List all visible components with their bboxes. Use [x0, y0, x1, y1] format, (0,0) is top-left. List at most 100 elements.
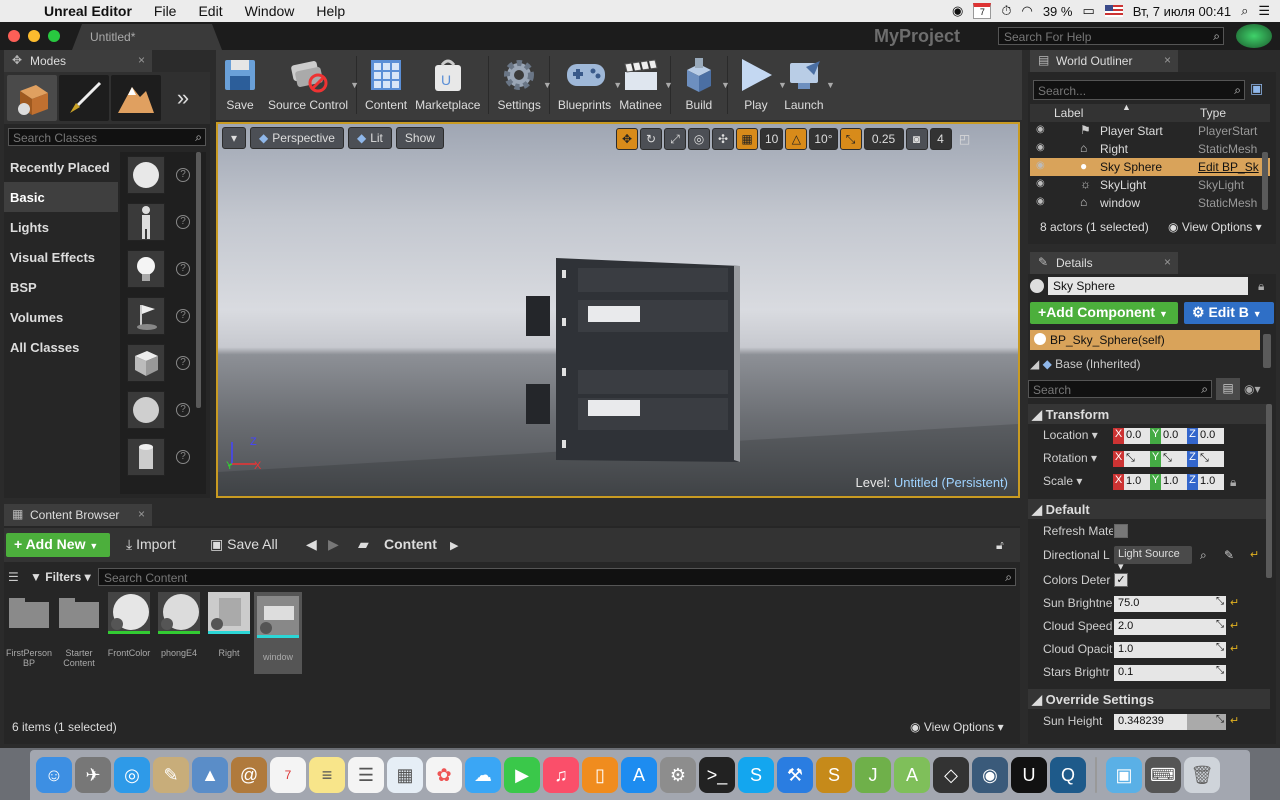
browse-search-icon[interactable]: ⌕: [1200, 548, 1207, 563]
photos-icon[interactable]: ✿: [426, 757, 462, 793]
help-search-input[interactable]: Search For Help ⌕: [998, 27, 1224, 45]
viewport-options-button[interactable]: ▾: [222, 127, 247, 149]
property-matrix-icon[interactable]: ▤: [1216, 378, 1240, 400]
asset-tile-selected[interactable]: window: [254, 592, 302, 674]
close-icon[interactable]: ×: [1164, 53, 1171, 67]
build-button[interactable]: Build ▼: [675, 50, 730, 120]
android-studio-icon[interactable]: A: [894, 757, 930, 793]
filters-button[interactable]: ▼ Filters ▾: [30, 570, 91, 584]
asset-tile[interactable]: Starter Content: [56, 592, 102, 668]
app-store-icon[interactable]: A: [621, 757, 657, 793]
transform-section-header[interactable]: ◢ Transform: [1028, 404, 1270, 424]
outliner-row-selected[interactable]: ◉ ● Sky Sphere Edit BP_Sk: [1030, 158, 1270, 176]
launch-button[interactable]: Launch ▼: [780, 50, 835, 120]
keyboard-folder-icon[interactable]: ⌨: [1145, 757, 1181, 793]
cloud-speed-input[interactable]: 2.0 ⤡: [1114, 619, 1226, 635]
lock-icon[interactable]: 🔓︎: [996, 538, 1004, 553]
add-component-button[interactable]: +Add Component ▼: [1030, 302, 1178, 324]
chevron-down-icon[interactable]: ▼: [826, 80, 835, 90]
clock[interactable]: Вт, 7 июля 00:41: [1133, 4, 1231, 19]
content-browser-tab[interactable]: ▦ Content Browser ×: [4, 504, 152, 526]
outliner-row[interactable]: ◉ ☼ SkyLight SkyLight: [1030, 176, 1270, 194]
level-viewport[interactable]: ▾ ◆ Perspective ◆ Lit Show ✥ ↻ ⤢ ◎ ✣ ▦ 10 …: [216, 122, 1020, 498]
status-app-icon[interactable]: ◉: [952, 3, 963, 19]
contacts-icon[interactable]: @: [231, 757, 267, 793]
scale-x-input[interactable]: 1.0: [1124, 474, 1150, 490]
sun-height-slider[interactable]: 0.348239 ⤡: [1114, 714, 1226, 730]
maximize-viewport-icon[interactable]: ◰: [954, 128, 976, 150]
chevron-down-icon[interactable]: ▼: [350, 80, 359, 90]
menu-help[interactable]: Help: [305, 3, 356, 19]
placeable-item[interactable]: ?: [120, 246, 206, 293]
placeable-item[interactable]: ?: [120, 152, 206, 199]
add-new-button[interactable]: + Add New ▼: [6, 533, 110, 557]
content-view-options-button[interactable]: ◉ View Options ▾: [910, 720, 1004, 734]
import-button[interactable]: ⤓ Import: [126, 536, 176, 553]
details-tab[interactable]: ✎ Details ×: [1030, 252, 1178, 274]
help-icon[interactable]: ?: [176, 450, 190, 464]
outliner-scrollbar[interactable]: [1262, 152, 1268, 210]
close-icon[interactable]: ×: [138, 507, 145, 521]
unity-icon[interactable]: ◇: [933, 757, 969, 793]
search-classes-input[interactable]: Search Classes ⌕: [8, 128, 206, 146]
rotation-z-input[interactable]: ⤡: [1198, 451, 1224, 467]
scale-label[interactable]: Scale ▾: [1043, 474, 1113, 488]
rotation-snap-value[interactable]: 10°: [809, 128, 838, 150]
translate-mode-icon[interactable]: ✥: [616, 128, 638, 150]
scale-z-input[interactable]: 1.0: [1198, 474, 1224, 490]
sources-panel-toggle-icon[interactable]: ☰: [8, 570, 19, 584]
battery-status[interactable]: 39 %: [1043, 4, 1073, 19]
visibility-eye-icon[interactable]: ◉: [1036, 196, 1045, 207]
placeable-item[interactable]: ?: [120, 340, 206, 387]
messages-icon[interactable]: ☁: [465, 757, 501, 793]
lit-button[interactable]: ◆ Lit: [347, 127, 392, 149]
more-modes-button[interactable]: »: [163, 75, 203, 121]
launchpad-icon[interactable]: ✈: [75, 757, 111, 793]
finder-icon[interactable]: ☺: [36, 757, 72, 793]
level-tab[interactable]: Untitled*: [72, 24, 222, 50]
close-icon[interactable]: ×: [1164, 255, 1171, 269]
source-control-button[interactable]: Source Control ▼: [264, 50, 359, 120]
category-recently-placed[interactable]: Recently Placed: [4, 152, 118, 182]
matinee-button[interactable]: Matinee ▼: [615, 50, 673, 120]
perspective-button[interactable]: ◆ Perspective: [250, 127, 344, 149]
sublime-text-icon[interactable]: S: [816, 757, 852, 793]
category-volumes[interactable]: Volumes: [4, 302, 118, 332]
category-basic[interactable]: Basic: [4, 182, 118, 212]
details-search-input[interactable]: Search ⌕: [1028, 380, 1212, 398]
outliner-row[interactable]: ◉ ⚑ Player Start PlayerStart: [1030, 122, 1270, 140]
actor-name-field[interactable]: Sky Sphere: [1048, 277, 1248, 295]
battery-icon[interactable]: ▭: [1082, 3, 1094, 19]
input-source-flag-icon[interactable]: [1104, 5, 1123, 17]
show-button[interactable]: Show: [395, 127, 444, 149]
place-mode-button[interactable]: [7, 75, 57, 121]
downloads-folder-icon[interactable]: ▣: [1106, 757, 1142, 793]
rotation-label[interactable]: Rotation ▾: [1043, 451, 1113, 465]
reset-to-default-icon[interactable]: ↵: [1230, 642, 1239, 655]
rotate-mode-icon[interactable]: ↻: [640, 128, 662, 150]
visibility-eye-icon[interactable]: ◉: [1036, 142, 1045, 153]
visibility-eye-icon[interactable]: ◉: [1036, 160, 1045, 171]
level-name[interactable]: Untitled (Persistent): [894, 475, 1008, 490]
wifi-icon[interactable]: ◠: [1021, 3, 1032, 19]
world-space-icon[interactable]: ◎: [688, 128, 710, 150]
settings-button[interactable]: Settings ▼: [493, 50, 552, 120]
terminal-icon[interactable]: >_: [699, 757, 735, 793]
close-icon[interactable]: ×: [138, 53, 145, 67]
reset-to-default-icon[interactable]: ↵: [1250, 548, 1259, 561]
unreal-engine-icon[interactable]: U: [1011, 757, 1047, 793]
scale-mode-icon[interactable]: ⤢: [664, 128, 686, 150]
component-base-row[interactable]: ◢ ◆ Base (Inherited): [1030, 357, 1141, 371]
maximize-window-button[interactable]: [48, 30, 60, 42]
menu-window[interactable]: Window: [234, 3, 306, 19]
scale-snap-value[interactable]: 0.25: [863, 128, 904, 150]
modes-scrollbar[interactable]: [196, 152, 201, 408]
facetime-icon[interactable]: ▶: [504, 757, 540, 793]
marketplace-button[interactable]: U Marketplace: [411, 50, 484, 120]
visibility-filter-eye-icon[interactable]: ◉▾: [1244, 382, 1261, 396]
outliner-search-input[interactable]: Search... ⌕: [1033, 80, 1245, 100]
menu-edit[interactable]: Edit: [187, 3, 233, 19]
asset-tile[interactable]: FirstPerson BP: [6, 592, 52, 668]
reset-to-default-icon[interactable]: ↵: [1230, 596, 1239, 609]
visibility-eye-icon[interactable]: ◉: [1036, 124, 1045, 135]
